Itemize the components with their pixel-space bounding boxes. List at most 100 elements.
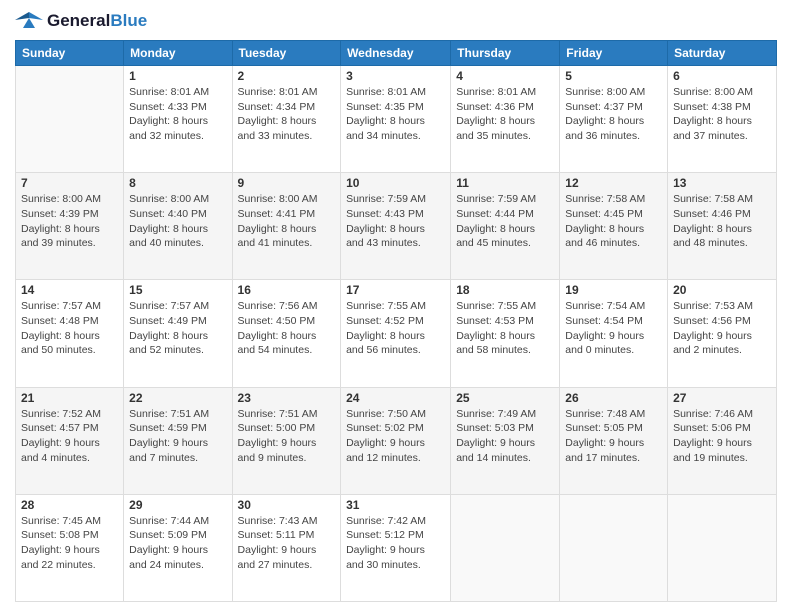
day-cell: 24 Sunrise: 7:50 AMSunset: 5:02 PMDayligh… xyxy=(341,387,451,494)
weekday-header-sunday: Sunday xyxy=(16,41,124,66)
day-info: Sunrise: 7:43 AMSunset: 5:11 PMDaylight:… xyxy=(238,514,336,573)
weekday-header-thursday: Thursday xyxy=(451,41,560,66)
day-number: 31 xyxy=(346,498,445,512)
day-number: 29 xyxy=(129,498,226,512)
day-number: 19 xyxy=(565,283,662,297)
day-cell: 10 Sunrise: 7:59 AMSunset: 4:43 PMDayligh… xyxy=(341,173,451,280)
day-number: 12 xyxy=(565,176,662,190)
day-cell: 14 Sunrise: 7:57 AMSunset: 4:48 PMDayligh… xyxy=(16,280,124,387)
day-cell: 25 Sunrise: 7:49 AMSunset: 5:03 PMDayligh… xyxy=(451,387,560,494)
day-info: Sunrise: 7:49 AMSunset: 5:03 PMDaylight:… xyxy=(456,407,554,466)
day-info: Sunrise: 7:51 AMSunset: 4:59 PMDaylight:… xyxy=(129,407,226,466)
day-number: 17 xyxy=(346,283,445,297)
day-cell: 19 Sunrise: 7:54 AMSunset: 4:54 PMDayligh… xyxy=(560,280,668,387)
day-cell: 17 Sunrise: 7:55 AMSunset: 4:52 PMDayligh… xyxy=(341,280,451,387)
day-cell: 22Sunrise: 7:51 AMSunset: 4:59 PMDayligh… xyxy=(124,387,232,494)
calendar-table: SundayMondayTuesdayWednesdayThursdayFrid… xyxy=(15,40,777,602)
logo: GeneralBlue xyxy=(15,10,147,32)
day-cell xyxy=(16,66,124,173)
day-cell: 2 Sunrise: 8:01 AMSunset: 4:34 PMDaylight… xyxy=(232,66,341,173)
day-number: 14 xyxy=(21,283,118,297)
day-info: Sunrise: 7:54 AMSunset: 4:54 PMDaylight:… xyxy=(565,299,662,358)
day-cell: 23 Sunrise: 7:51 AMSunset: 5:00 PMDayligh… xyxy=(232,387,341,494)
day-number: 25 xyxy=(456,391,554,405)
day-cell xyxy=(560,494,668,601)
weekday-header-row: SundayMondayTuesdayWednesdayThursdayFrid… xyxy=(16,41,777,66)
day-cell: 9Sunrise: 8:00 AMSunset: 4:41 PMDaylight… xyxy=(232,173,341,280)
day-number: 11 xyxy=(456,176,554,190)
day-info: Sunrise: 8:00 AMSunset: 4:39 PMDaylight:… xyxy=(21,192,118,251)
day-number: 10 xyxy=(346,176,445,190)
day-number: 30 xyxy=(238,498,336,512)
day-info: Sunrise: 8:00 AMSunset: 4:40 PMDaylight:… xyxy=(129,192,226,251)
day-cell: 21 Sunrise: 7:52 AMSunset: 4:57 PMDayligh… xyxy=(16,387,124,494)
week-row-5: 28 Sunrise: 7:45 AMSunset: 5:08 PMDayligh… xyxy=(16,494,777,601)
day-number: 3 xyxy=(346,69,445,83)
day-cell: 26 Sunrise: 7:48 AMSunset: 5:05 PMDayligh… xyxy=(560,387,668,494)
day-info: Sunrise: 7:55 AMSunset: 4:53 PMDaylight:… xyxy=(456,299,554,358)
day-number: 20 xyxy=(673,283,771,297)
day-number: 2 xyxy=(238,69,336,83)
logo-icon xyxy=(15,10,43,32)
page: GeneralBlue SundayMondayTuesdayWednesday… xyxy=(0,0,792,612)
week-row-3: 14 Sunrise: 7:57 AMSunset: 4:48 PMDayligh… xyxy=(16,280,777,387)
day-info: Sunrise: 7:58 AMSunset: 4:45 PMDaylight:… xyxy=(565,192,662,251)
day-number: 21 xyxy=(21,391,118,405)
day-number: 6 xyxy=(673,69,771,83)
day-info: Sunrise: 7:59 AMSunset: 4:43 PMDaylight:… xyxy=(346,192,445,251)
day-number: 15 xyxy=(129,283,226,297)
day-number: 13 xyxy=(673,176,771,190)
day-cell: 8 Sunrise: 8:00 AMSunset: 4:40 PMDaylight… xyxy=(124,173,232,280)
day-info: Sunrise: 7:58 AMSunset: 4:46 PMDaylight:… xyxy=(673,192,771,251)
day-info: Sunrise: 7:56 AMSunset: 4:50 PMDaylight:… xyxy=(238,299,336,358)
day-info: Sunrise: 8:01 AMSunset: 4:36 PMDaylight:… xyxy=(456,85,554,144)
day-info: Sunrise: 8:00 AMSunset: 4:41 PMDaylight:… xyxy=(238,192,336,251)
weekday-header-friday: Friday xyxy=(560,41,668,66)
day-number: 23 xyxy=(238,391,336,405)
day-cell: 5 Sunrise: 8:00 AMSunset: 4:37 PMDaylight… xyxy=(560,66,668,173)
day-cell: 30 Sunrise: 7:43 AMSunset: 5:11 PMDayligh… xyxy=(232,494,341,601)
day-cell: 12 Sunrise: 7:58 AMSunset: 4:45 PMDayligh… xyxy=(560,173,668,280)
day-cell: 27 Sunrise: 7:46 AMSunset: 5:06 PMDayligh… xyxy=(668,387,777,494)
day-info: Sunrise: 7:46 AMSunset: 5:06 PMDaylight:… xyxy=(673,407,771,466)
day-number: 5 xyxy=(565,69,662,83)
day-info: Sunrise: 7:57 AMSunset: 4:49 PMDaylight:… xyxy=(129,299,226,358)
day-info: Sunrise: 7:55 AMSunset: 4:52 PMDaylight:… xyxy=(346,299,445,358)
day-info: Sunrise: 7:48 AMSunset: 5:05 PMDaylight:… xyxy=(565,407,662,466)
week-row-1: 1Sunrise: 8:01 AMSunset: 4:33 PMDaylight… xyxy=(16,66,777,173)
day-cell: 13 Sunrise: 7:58 AMSunset: 4:46 PMDayligh… xyxy=(668,173,777,280)
day-number: 27 xyxy=(673,391,771,405)
day-cell xyxy=(668,494,777,601)
day-info: Sunrise: 8:01 AMSunset: 4:35 PMDaylight:… xyxy=(346,85,445,144)
day-cell: 7Sunrise: 8:00 AMSunset: 4:39 PMDaylight… xyxy=(16,173,124,280)
day-info: Sunrise: 7:52 AMSunset: 4:57 PMDaylight:… xyxy=(21,407,118,466)
day-number: 8 xyxy=(129,176,226,190)
day-info: Sunrise: 8:01 AMSunset: 4:34 PMDaylight:… xyxy=(238,85,336,144)
day-cell: 4 Sunrise: 8:01 AMSunset: 4:36 PMDaylight… xyxy=(451,66,560,173)
day-number: 24 xyxy=(346,391,445,405)
day-info: Sunrise: 7:50 AMSunset: 5:02 PMDaylight:… xyxy=(346,407,445,466)
day-number: 26 xyxy=(565,391,662,405)
weekday-header-tuesday: Tuesday xyxy=(232,41,341,66)
day-number: 16 xyxy=(238,283,336,297)
day-info: Sunrise: 7:44 AMSunset: 5:09 PMDaylight:… xyxy=(129,514,226,573)
day-info: Sunrise: 7:57 AMSunset: 4:48 PMDaylight:… xyxy=(21,299,118,358)
day-info: Sunrise: 8:01 AMSunset: 4:33 PMDaylight:… xyxy=(129,85,226,144)
day-cell: 1Sunrise: 8:01 AMSunset: 4:33 PMDaylight… xyxy=(124,66,232,173)
day-info: Sunrise: 7:59 AMSunset: 4:44 PMDaylight:… xyxy=(456,192,554,251)
day-info: Sunrise: 7:51 AMSunset: 5:00 PMDaylight:… xyxy=(238,407,336,466)
day-number: 28 xyxy=(21,498,118,512)
day-info: Sunrise: 8:00 AMSunset: 4:37 PMDaylight:… xyxy=(565,85,662,144)
day-info: Sunrise: 7:45 AMSunset: 5:08 PMDaylight:… xyxy=(21,514,118,573)
day-info: Sunrise: 7:53 AMSunset: 4:56 PMDaylight:… xyxy=(673,299,771,358)
day-cell: 28 Sunrise: 7:45 AMSunset: 5:08 PMDayligh… xyxy=(16,494,124,601)
day-cell: 31Sunrise: 7:42 AMSunset: 5:12 PMDayligh… xyxy=(341,494,451,601)
weekday-header-saturday: Saturday xyxy=(668,41,777,66)
logo-text: GeneralBlue xyxy=(47,12,147,31)
day-cell xyxy=(451,494,560,601)
day-number: 4 xyxy=(456,69,554,83)
day-cell: 20 Sunrise: 7:53 AMSunset: 4:56 PMDayligh… xyxy=(668,280,777,387)
week-row-4: 21 Sunrise: 7:52 AMSunset: 4:57 PMDayligh… xyxy=(16,387,777,494)
week-row-2: 7Sunrise: 8:00 AMSunset: 4:39 PMDaylight… xyxy=(16,173,777,280)
weekday-header-monday: Monday xyxy=(124,41,232,66)
